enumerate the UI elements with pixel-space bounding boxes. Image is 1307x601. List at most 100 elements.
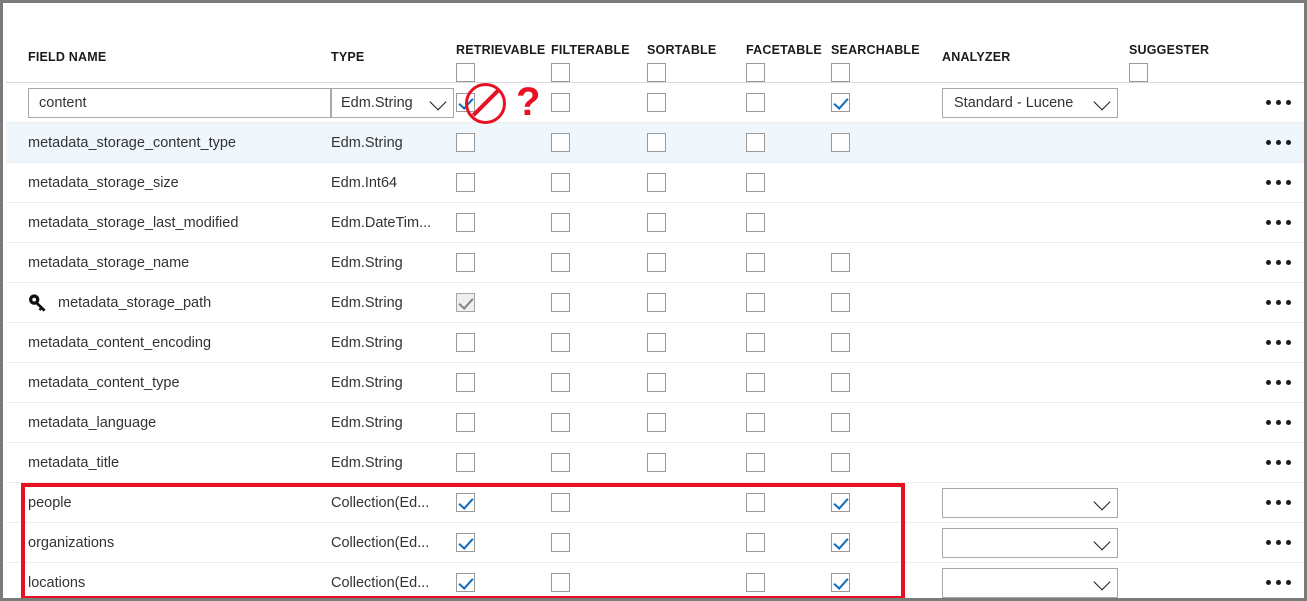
organizations-searchable-checkbox[interactable] [831,533,850,552]
metadata-storage-name-retrievable-checkbox[interactable] [456,253,475,272]
metadata-content-type-facetable-checkbox[interactable] [746,373,765,392]
table-row[interactable]: locations Collection(Ed... [6,563,1304,598]
row-more-options-button[interactable] [1266,300,1291,305]
metadata-storage-last-modified-filterable-checkbox[interactable] [551,213,570,232]
metadata-storage-path-searchable-checkbox[interactable] [831,293,850,312]
metadata-title-retrievable-checkbox[interactable] [456,453,475,472]
table-row[interactable]: people Collection(Ed... [6,483,1304,523]
metadata-content-encoding-facetable-checkbox[interactable] [746,333,765,352]
metadata-storage-name-searchable-checkbox[interactable] [831,253,850,272]
table-row[interactable]: metadata_content_type Edm.String [6,363,1304,403]
metadata-storage-size-sortable-checkbox[interactable] [647,173,666,192]
people-filterable-checkbox[interactable] [551,493,570,512]
header-checkbox-searchable[interactable] [831,63,850,82]
metadata-storage-content-type-facetable-checkbox[interactable] [746,133,765,152]
metadata-title-searchable-checkbox[interactable] [831,453,850,472]
header-checkbox-suggester[interactable] [1129,63,1148,82]
analyzer-select[interactable] [942,567,1118,598]
row-more-options-button[interactable] [1266,580,1291,585]
row-more-options-button[interactable] [1266,380,1291,385]
row-more-options-button[interactable] [1266,260,1291,265]
locations-facetable-checkbox[interactable] [746,573,765,592]
header-checkbox-retrievable[interactable] [456,63,475,82]
table-row[interactable]: metadata_content_encoding Edm.String [6,323,1304,363]
locations-searchable-checkbox[interactable] [831,573,850,592]
metadata-title-filterable-checkbox[interactable] [551,453,570,472]
people-searchable-checkbox[interactable] [831,493,850,512]
metadata-content-encoding-filterable-checkbox[interactable] [551,333,570,352]
row-more-options-button[interactable] [1266,460,1291,465]
metadata-storage-last-modified-retrievable-checkbox[interactable] [456,213,475,232]
row-more-options-button[interactable] [1266,180,1291,185]
analyzer-select[interactable] [942,487,1118,518]
table-row[interactable]: metadata_storage_name Edm.String [6,243,1304,283]
metadata-storage-size-retrievable-checkbox[interactable] [456,173,475,192]
cell-analyzer [942,443,1129,482]
metadata-storage-content-type-sortable-checkbox[interactable] [647,133,666,152]
metadata-content-type-filterable-checkbox[interactable] [551,373,570,392]
table-row[interactable]: metadata_title Edm.String [6,443,1304,483]
metadata-language-filterable-checkbox[interactable] [551,413,570,432]
metadata-storage-path-facetable-checkbox[interactable] [746,293,765,312]
content-retrievable-checkbox[interactable] [456,93,475,112]
metadata-storage-size-filterable-checkbox[interactable] [551,173,570,192]
row-more-options-button[interactable] [1266,100,1291,105]
table-row[interactable]: metadata_storage_content_type Edm.String [6,123,1304,163]
row-more-options-button[interactable] [1266,420,1291,425]
content-facetable-checkbox[interactable] [746,93,765,112]
organizations-facetable-checkbox[interactable] [746,533,765,552]
table-row[interactable]: metadata_language Edm.String [6,403,1304,443]
cell-searchable [831,443,942,482]
row-more-options-button[interactable] [1266,540,1291,545]
type-label: Edm.String [331,374,403,391]
content-sortable-checkbox[interactable] [647,93,666,112]
row-more-options-button[interactable] [1266,340,1291,345]
locations-retrievable-checkbox[interactable] [456,573,475,592]
people-retrievable-checkbox[interactable] [456,493,475,512]
metadata-title-facetable-checkbox[interactable] [746,453,765,472]
metadata-language-facetable-checkbox[interactable] [746,413,765,432]
header-checkbox-facetable[interactable] [746,63,765,82]
metadata-storage-content-type-searchable-checkbox[interactable] [831,133,850,152]
metadata-content-encoding-retrievable-checkbox[interactable] [456,333,475,352]
header-checkbox-filterable[interactable] [551,63,570,82]
metadata-storage-path-filterable-checkbox[interactable] [551,293,570,312]
metadata-language-sortable-checkbox[interactable] [647,413,666,432]
field-name-input[interactable] [28,87,331,118]
metadata-language-searchable-checkbox[interactable] [831,413,850,432]
row-more-options-button[interactable] [1266,500,1291,505]
type-select[interactable]: Edm.String [331,87,454,118]
locations-filterable-checkbox[interactable] [551,573,570,592]
content-searchable-checkbox[interactable] [831,93,850,112]
people-facetable-checkbox[interactable] [746,493,765,512]
metadata-content-encoding-sortable-checkbox[interactable] [647,333,666,352]
organizations-retrievable-checkbox[interactable] [456,533,475,552]
metadata-storage-name-sortable-checkbox[interactable] [647,253,666,272]
analyzer-select[interactable]: Standard - Lucene [942,87,1118,118]
row-more-options-button[interactable] [1266,140,1291,145]
metadata-storage-content-type-retrievable-checkbox[interactable] [456,133,475,152]
metadata-storage-last-modified-sortable-checkbox[interactable] [647,213,666,232]
metadata-language-retrievable-checkbox[interactable] [456,413,475,432]
metadata-content-type-sortable-checkbox[interactable] [647,373,666,392]
metadata-title-sortable-checkbox[interactable] [647,453,666,472]
metadata-storage-name-filterable-checkbox[interactable] [551,253,570,272]
metadata-content-type-searchable-checkbox[interactable] [831,373,850,392]
table-row[interactable]: Edm.String Standard - Lucene [6,83,1304,123]
metadata-storage-last-modified-facetable-checkbox[interactable] [746,213,765,232]
metadata-storage-path-sortable-checkbox[interactable] [647,293,666,312]
header-checkbox-sortable[interactable] [647,63,666,82]
table-row[interactable]: organizations Collection(Ed... [6,523,1304,563]
metadata-content-type-retrievable-checkbox[interactable] [456,373,475,392]
organizations-filterable-checkbox[interactable] [551,533,570,552]
row-more-options-button[interactable] [1266,220,1291,225]
metadata-storage-size-facetable-checkbox[interactable] [746,173,765,192]
content-filterable-checkbox[interactable] [551,93,570,112]
metadata-storage-name-facetable-checkbox[interactable] [746,253,765,272]
metadata-storage-content-type-filterable-checkbox[interactable] [551,133,570,152]
table-row[interactable]: metadata_storage_last_modified Edm.DateTi… [6,203,1304,243]
analyzer-select[interactable] [942,527,1118,558]
table-row[interactable]: metadata_storage_path Edm.String [6,283,1304,323]
table-row[interactable]: metadata_storage_size Edm.Int64 [6,163,1304,203]
metadata-content-encoding-searchable-checkbox[interactable] [831,333,850,352]
